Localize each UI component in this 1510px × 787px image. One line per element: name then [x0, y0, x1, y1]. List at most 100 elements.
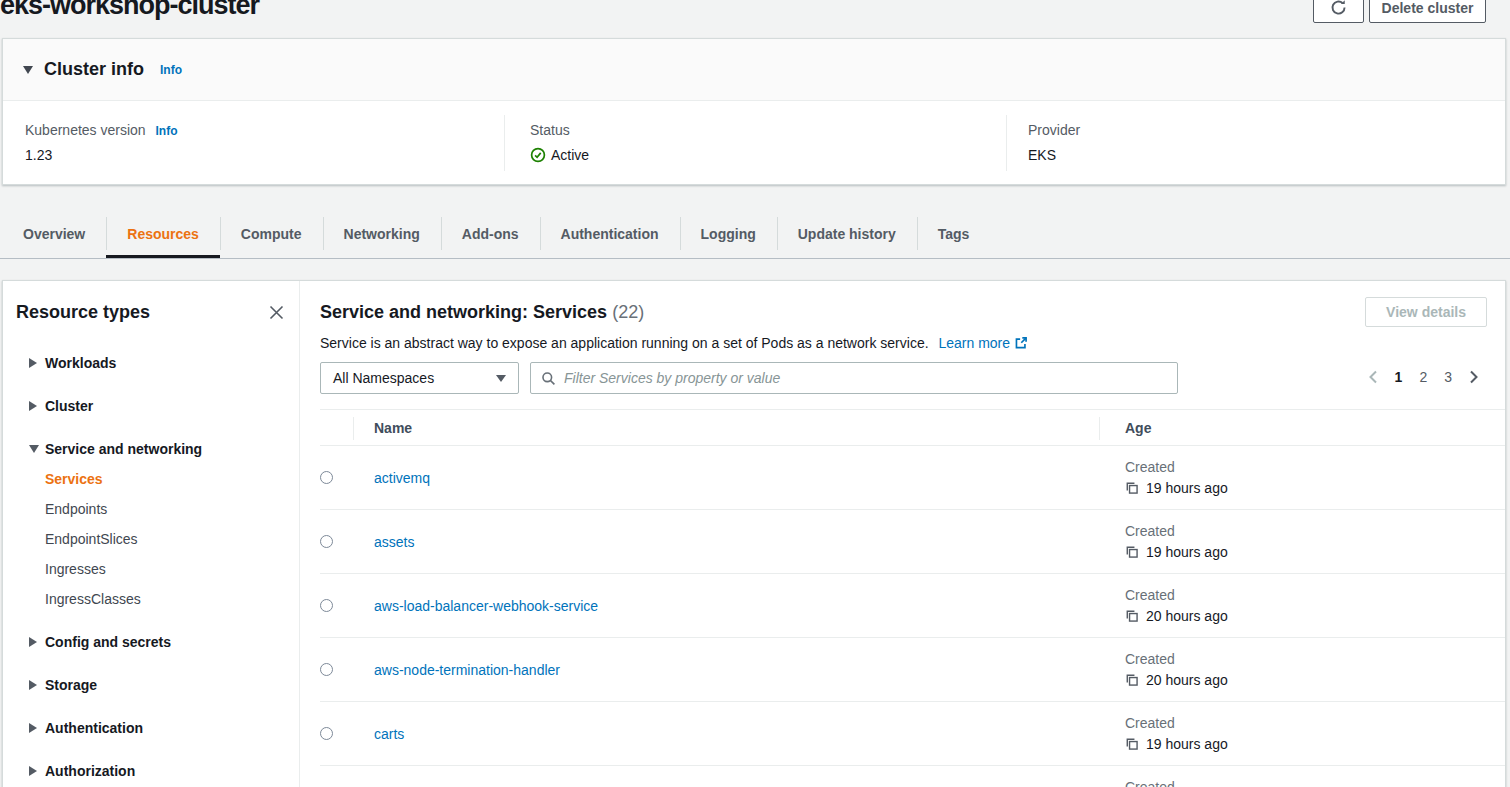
service-link[interactable]: assets — [374, 534, 414, 550]
created-label: Created — [1125, 715, 1505, 731]
sidebar-group-config-and-secrets[interactable]: Config and secrets — [16, 632, 284, 652]
collapse-icon — [23, 66, 33, 74]
previous-page-button[interactable] — [1368, 369, 1378, 385]
tab-update-history[interactable]: Update history — [777, 210, 917, 258]
divider — [1099, 417, 1100, 440]
created-label: Created — [1125, 523, 1505, 539]
chevron-right-icon — [1469, 369, 1479, 385]
status-value: Active — [551, 147, 589, 163]
copy-icon[interactable] — [1125, 545, 1139, 559]
tab-networking[interactable]: Networking — [323, 210, 441, 258]
kubernetes-version-info-link[interactable]: Info — [156, 124, 178, 138]
service-link[interactable]: aws-load-balancer-webhook-service — [374, 598, 598, 614]
expand-icon — [29, 680, 37, 690]
sidebar-group-cluster[interactable]: Cluster — [16, 396, 284, 416]
services-filter-input[interactable] — [564, 370, 1167, 386]
search-icon — [541, 371, 556, 386]
page-3-button[interactable]: 3 — [1444, 369, 1452, 385]
divider — [353, 417, 354, 440]
row-radio-button[interactable] — [320, 471, 333, 484]
close-icon — [269, 305, 284, 320]
row-radio-button[interactable] — [320, 663, 333, 676]
status-field: Status Active — [530, 122, 589, 163]
resource-types-sidebar: Resource types Workloads Cluster Service… — [3, 281, 300, 787]
created-label: Created — [1125, 587, 1505, 603]
cluster-info-info-link[interactable]: Info — [160, 63, 182, 77]
view-details-button[interactable]: View details — [1365, 297, 1487, 327]
service-link[interactable]: activemq — [374, 470, 430, 486]
delete-cluster-button[interactable]: Delete cluster — [1369, 0, 1486, 23]
row-radio-button[interactable] — [320, 535, 333, 548]
sidebar-group-workloads[interactable]: Workloads — [16, 353, 284, 373]
created-label: Created — [1125, 651, 1505, 667]
service-link[interactable]: aws-node-termination-handler — [374, 662, 560, 678]
resource-types-nav: Workloads Cluster Service and networking… — [16, 353, 284, 781]
resource-types-title: Resource types — [16, 302, 150, 323]
divider — [1006, 115, 1007, 171]
column-header-name: Name — [353, 420, 1099, 436]
sidebar-item-endpoints[interactable]: Endpoints — [45, 499, 284, 519]
expand-icon — [29, 358, 37, 368]
age-value: 20 hours ago — [1146, 672, 1228, 688]
age-value: 19 hours ago — [1146, 544, 1228, 560]
cluster-info-header[interactable]: Cluster info Info — [3, 39, 1505, 101]
table-row: Created — [320, 766, 1505, 787]
provider-value: EKS — [1028, 147, 1080, 163]
tab-add-ons[interactable]: Add-ons — [441, 210, 540, 258]
resources-panel: Resource types Workloads Cluster Service… — [2, 280, 1506, 787]
copy-icon[interactable] — [1125, 737, 1139, 751]
next-page-button[interactable] — [1469, 369, 1479, 385]
services-search — [530, 362, 1178, 394]
created-label: Created — [1125, 779, 1505, 787]
tab-resources[interactable]: Resources — [106, 210, 220, 258]
tab-authentication[interactable]: Authentication — [540, 210, 680, 258]
page-2-button[interactable]: 2 — [1419, 369, 1427, 385]
refresh-button[interactable] — [1313, 0, 1364, 23]
chevron-left-icon — [1368, 369, 1378, 385]
pagination: 1 2 3 — [1368, 367, 1479, 387]
row-radio-button[interactable] — [320, 599, 333, 612]
table-row: aws-node-termination-handler Created 20 … — [320, 638, 1505, 702]
tab-logging[interactable]: Logging — [680, 210, 777, 258]
column-header-age: Age — [1099, 420, 1505, 436]
table-row: aws-load-balancer-webhook-service Create… — [320, 574, 1505, 638]
services-panel-title: Service and networking: Services (22) — [320, 302, 1487, 323]
namespace-filter-value: All Namespaces — [333, 370, 434, 386]
created-label: Created — [1125, 459, 1505, 475]
sidebar-item-ingresses[interactable]: Ingresses — [45, 559, 284, 579]
namespace-filter-select[interactable]: All Namespaces — [320, 362, 519, 394]
chevron-down-icon — [496, 375, 506, 382]
table-row: carts Created 19 hours ago — [320, 702, 1505, 766]
age-value: 19 hours ago — [1146, 736, 1228, 752]
table-header: Name Age — [320, 409, 1505, 446]
expand-icon — [29, 401, 37, 411]
copy-icon[interactable] — [1125, 609, 1139, 623]
services-description: Service is an abstract way to expose an … — [320, 335, 1486, 351]
copy-icon[interactable] — [1125, 673, 1139, 687]
expand-icon — [29, 723, 37, 733]
sidebar-group-authentication[interactable]: Authentication — [16, 718, 284, 738]
age-value: 19 hours ago — [1146, 480, 1228, 496]
learn-more-link[interactable]: Learn more — [938, 335, 1028, 351]
kubernetes-version-value: 1.23 — [25, 147, 178, 163]
sidebar-group-storage[interactable]: Storage — [16, 675, 284, 695]
close-sidebar-button[interactable] — [268, 304, 284, 320]
cluster-info-title: Cluster info — [44, 59, 144, 80]
tab-tags[interactable]: Tags — [917, 210, 991, 258]
sidebar-group-authorization[interactable]: Authorization — [16, 761, 284, 781]
tab-compute[interactable]: Compute — [220, 210, 323, 258]
service-link[interactable]: carts — [374, 726, 404, 742]
refresh-icon — [1330, 0, 1347, 16]
row-radio-button[interactable] — [320, 727, 333, 740]
provider-field: Provider EKS — [1028, 122, 1080, 163]
copy-icon[interactable] — [1125, 481, 1139, 495]
expand-icon — [29, 766, 37, 776]
sidebar-item-ingressclasses[interactable]: IngressClasses — [45, 589, 284, 609]
age-value: 20 hours ago — [1146, 608, 1228, 624]
status-active-icon — [530, 147, 546, 163]
sidebar-item-endpointslices[interactable]: EndpointSlices — [45, 529, 284, 549]
sidebar-item-services[interactable]: Services — [45, 469, 284, 489]
sidebar-group-service-and-networking[interactable]: Service and networking — [16, 439, 284, 459]
tab-overview[interactable]: Overview — [2, 210, 106, 258]
page-1-button[interactable]: 1 — [1395, 369, 1403, 385]
